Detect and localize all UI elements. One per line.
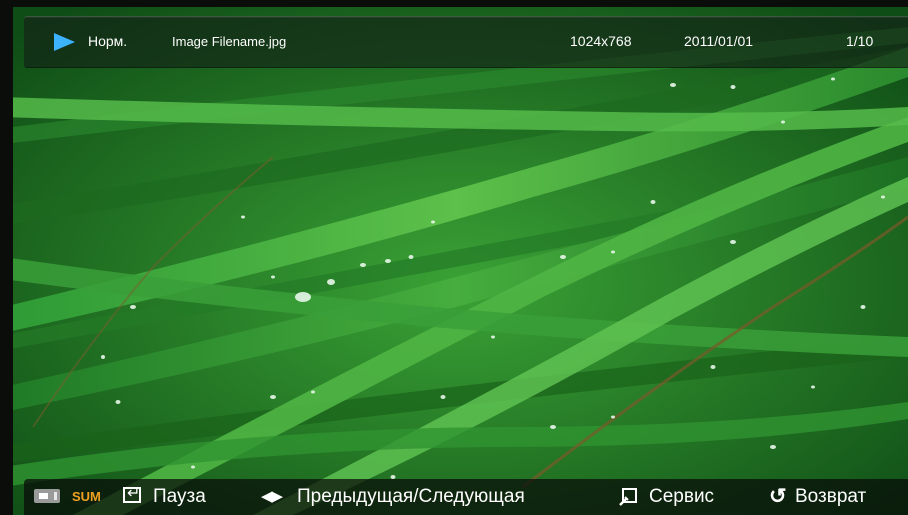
- sum-label: SUM: [72, 489, 101, 504]
- image-counter: 1/10: [846, 33, 874, 49]
- photo-display: [13, 7, 908, 515]
- usb-device-icon: [34, 489, 60, 503]
- grass-photo-image: [13, 7, 908, 515]
- enter-icon[interactable]: [123, 483, 141, 503]
- return-icon[interactable]: ↺: [769, 484, 787, 510]
- image-filename: Image Filename.jpg: [172, 34, 287, 49]
- pause-button-label[interactable]: Пауза: [153, 484, 206, 510]
- return-button-label[interactable]: Возврат: [795, 484, 866, 510]
- play-icon: [54, 33, 75, 51]
- info-bar: Норм. Image Filename.jpg 1024x768 2011/0…: [24, 16, 908, 68]
- playback-mode: Норм.: [88, 33, 128, 49]
- photo-viewer: Норм. Image Filename.jpg 1024x768 2011/0…: [0, 0, 908, 515]
- tools-button-label[interactable]: Сервис: [649, 484, 714, 510]
- control-bar: SUM Пауза ◀▶ Предыдущая/Следующая Сервис…: [24, 479, 908, 515]
- image-date: 2011/01/01: [684, 33, 754, 49]
- tools-icon[interactable]: [619, 488, 637, 506]
- left-right-arrows-icon[interactable]: ◀▶: [261, 484, 283, 510]
- prev-next-button-label[interactable]: Предыдущая/Следующая: [297, 484, 525, 510]
- image-resolution: 1024x768: [570, 33, 632, 49]
